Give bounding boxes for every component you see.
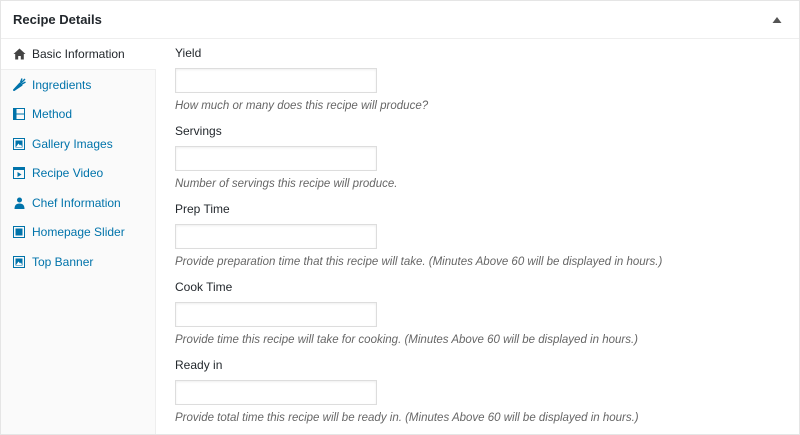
gallery-icon	[12, 137, 26, 151]
prep-time-input[interactable]	[175, 224, 377, 249]
tab-label: Top Banner	[32, 254, 94, 269]
tab-top-banner[interactable]: Top Banner	[1, 247, 155, 277]
tab-basic-information[interactable]: Basic Information	[1, 39, 156, 70]
tab-chef-information[interactable]: Chef Information	[1, 188, 155, 218]
user-icon	[12, 196, 26, 210]
metabox-header[interactable]: Recipe Details	[1, 1, 799, 39]
field-prep-time: Prep Time Provide preparation time that …	[175, 201, 775, 270]
field-description: Number of servings this recipe will prod…	[175, 178, 398, 190]
ready-in-input[interactable]	[175, 380, 377, 405]
tab-recipe-video[interactable]: Recipe Video	[1, 159, 155, 189]
field-label: Cook Time	[175, 280, 233, 294]
field-label: Ready in	[175, 358, 223, 372]
tab-label: Gallery Images	[32, 136, 113, 151]
servings-input[interactable]	[175, 146, 377, 171]
tab-method[interactable]: Method	[1, 100, 155, 130]
tab-label: Homepage Slider	[32, 225, 125, 240]
tab-label: Chef Information	[32, 195, 121, 210]
cook-time-input[interactable]	[175, 302, 377, 327]
tab-label: Ingredients	[32, 77, 92, 92]
home-icon	[12, 47, 26, 61]
field-label: Prep Time	[175, 202, 230, 216]
field-ready-in: Ready in Provide total time this recipe …	[175, 357, 775, 426]
tab-label: Method	[32, 107, 73, 122]
toggle-panel-button[interactable]	[767, 10, 787, 30]
basic-information-panel: Yield How much or many does this recipe …	[175, 39, 799, 434]
field-cook-time: Cook Time Provide time this recipe will …	[175, 279, 775, 348]
tab-homepage-slider[interactable]: Homepage Slider	[1, 218, 155, 248]
field-yield: Yield How much or many does this recipe …	[175, 45, 775, 114]
field-description: Provide preparation time that this recip…	[175, 256, 663, 268]
field-description: Provide total time this recipe will be r…	[175, 412, 639, 424]
field-servings: Servings Number of servings this recipe …	[175, 123, 775, 192]
tab-label: Basic Information	[32, 47, 125, 61]
field-description: How much or many does this recipe will p…	[175, 100, 429, 112]
tabs-sidebar: Basic Information Ingredients Method Gal…	[1, 39, 156, 434]
yield-input[interactable]	[175, 68, 377, 93]
banner-icon	[12, 255, 26, 269]
tab-label: Recipe Video	[32, 166, 104, 181]
carrot-icon	[12, 78, 26, 92]
slider-icon	[12, 225, 26, 239]
tab-ingredients[interactable]: Ingredients	[1, 70, 155, 100]
film-icon	[12, 107, 26, 121]
field-description: Provide time this recipe will take for c…	[175, 334, 638, 346]
metabox-content: Basic Information Ingredients Method Gal…	[1, 39, 799, 434]
field-label: Yield	[175, 46, 202, 60]
recipe-details-metabox: Recipe Details Basic Information Ingredi…	[0, 0, 800, 435]
tab-gallery-images[interactable]: Gallery Images	[1, 129, 155, 159]
metabox-title: Recipe Details	[13, 12, 102, 27]
field-label: Servings	[175, 124, 222, 138]
triangle-up-icon	[772, 16, 782, 23]
video-icon	[12, 166, 26, 180]
